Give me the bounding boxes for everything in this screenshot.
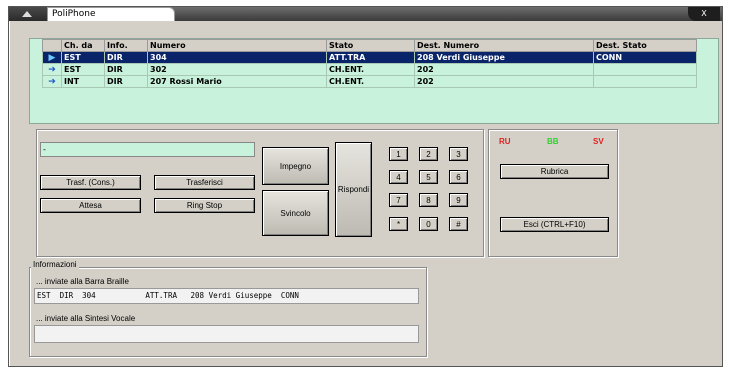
- main-window: PoliPhone X Ch. da Info. Numero Stato De…: [8, 6, 723, 367]
- col-header-numero[interactable]: Numero: [147, 39, 327, 52]
- keypad-0-button[interactable]: 0: [419, 217, 438, 231]
- keypad-1-button[interactable]: 1: [389, 147, 408, 161]
- keypad-7-button[interactable]: 7: [389, 193, 408, 207]
- cell-numero: 207 Rossi Mario: [147, 75, 327, 88]
- cell-dest-stato: [593, 75, 697, 88]
- cell-dest-stato: [593, 63, 697, 76]
- title-bar: PoliPhone X: [9, 7, 722, 21]
- cell-stato: CH.ENT.: [326, 75, 415, 88]
- col-header-ch-da[interactable]: Ch. da: [61, 39, 105, 52]
- col-header-dest-stato[interactable]: Dest. Stato: [593, 39, 697, 52]
- impegno-button[interactable]: Impegno: [262, 147, 329, 185]
- calls-table: Ch. da Info. Numero Stato Dest. Numero D…: [42, 39, 697, 88]
- col-header-stato[interactable]: Stato: [326, 39, 415, 52]
- svincolo-button[interactable]: Svincolo: [262, 190, 329, 236]
- esci-button[interactable]: Esci (CTRL+F10): [500, 217, 609, 232]
- cell-stato: CH.ENT.: [326, 63, 415, 76]
- col-header-dest-numero[interactable]: Dest. Numero: [414, 39, 594, 52]
- keypad-6-button[interactable]: 6: [449, 170, 468, 184]
- keypad-8-button[interactable]: 8: [419, 193, 438, 207]
- side-panel: [488, 129, 618, 257]
- row-arrow-icon: ➔: [42, 63, 62, 76]
- ru-indicator: RU: [499, 137, 511, 146]
- table-row[interactable]: ➔ INT DIR 207 Rossi Mario CH.ENT. 202: [42, 75, 697, 88]
- keypad-5-button[interactable]: 5: [419, 170, 438, 184]
- info-legend: Informazioni: [31, 260, 79, 269]
- cell-dest-stato: CONN: [593, 51, 697, 64]
- keypad-star-button[interactable]: *: [389, 217, 408, 231]
- keypad-hash-button[interactable]: #: [449, 217, 468, 231]
- voice-label: ... inviate alla Sintesi Vocale: [36, 314, 136, 323]
- cell-ch-da: EST: [61, 51, 105, 64]
- cell-ch-da: INT: [61, 75, 105, 88]
- cell-info: DIR: [104, 75, 148, 88]
- close-button[interactable]: X: [688, 7, 720, 21]
- cell-dest-numero: 202: [414, 75, 594, 88]
- sv-indicator: SV: [593, 137, 604, 146]
- attesa-button[interactable]: Attesa: [40, 198, 141, 213]
- col-header-info[interactable]: Info.: [104, 39, 148, 52]
- trasferisci-button[interactable]: Trasferisci: [154, 175, 255, 190]
- keypad-2-button[interactable]: 2: [419, 147, 438, 161]
- cell-numero: 304: [147, 51, 327, 64]
- cell-ch-da: EST: [61, 63, 105, 76]
- cell-stato: ATT.TRA: [326, 51, 415, 64]
- bb-indicator: BB: [547, 137, 559, 146]
- keypad-9-button[interactable]: 9: [449, 193, 468, 207]
- keypad-3-button[interactable]: 3: [449, 147, 468, 161]
- braille-label: ... inviate alla Barra Braille: [36, 277, 129, 286]
- number-input[interactable]: -: [40, 142, 255, 157]
- row-arrow-icon: ➔: [42, 75, 62, 88]
- table-row[interactable]: ▶ EST DIR 304 ATT.TRA 208 Verdi Giuseppe…: [42, 51, 697, 64]
- ring-stop-button[interactable]: Ring Stop: [154, 198, 255, 213]
- trasf-cons-button[interactable]: Trasf. (Cons.): [40, 175, 141, 190]
- rispondi-button[interactable]: Rispondi: [335, 142, 372, 237]
- cell-info: DIR: [104, 63, 148, 76]
- braille-output: EST DIR 304 ATT.TRA 208 Verdi Giuseppe C…: [34, 288, 419, 304]
- row-arrow-icon: ▶: [42, 51, 62, 64]
- calls-panel: Ch. da Info. Numero Stato Dest. Numero D…: [29, 38, 719, 124]
- voice-output: [34, 325, 419, 343]
- cell-dest-numero: 208 Verdi Giuseppe: [414, 51, 594, 64]
- window-title: PoliPhone: [47, 7, 175, 21]
- header-arrow: [42, 39, 62, 52]
- cell-dest-numero: 202: [414, 63, 594, 76]
- system-menu-icon[interactable]: [9, 7, 49, 21]
- cell-info: DIR: [104, 51, 148, 64]
- calls-table-header: Ch. da Info. Numero Stato Dest. Numero D…: [42, 39, 697, 52]
- table-row[interactable]: ➔ EST DIR 302 CH.ENT. 202: [42, 63, 697, 76]
- cell-numero: 302: [147, 63, 327, 76]
- rubrica-button[interactable]: Rubrica: [500, 164, 609, 179]
- keypad-4-button[interactable]: 4: [389, 170, 408, 184]
